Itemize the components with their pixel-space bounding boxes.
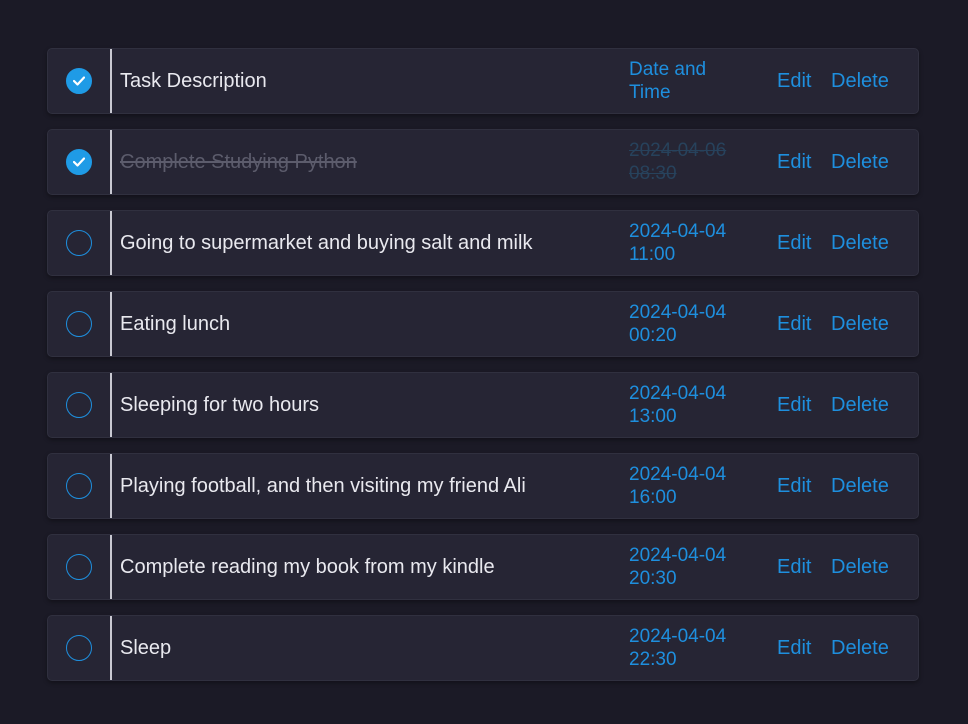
edit-link[interactable]: Edit xyxy=(777,373,811,437)
task-description: Sleeping for two hours xyxy=(120,394,320,416)
row-divider xyxy=(110,49,112,113)
task-row: Going to supermarket and buying salt and… xyxy=(47,210,919,276)
delete-link[interactable]: Delete xyxy=(831,535,889,599)
task-datetime: 2024-04-04 20:30 xyxy=(629,544,749,590)
checkmark-icon xyxy=(73,157,85,167)
task-row: Complete Studying Python 2024-04-06 08:3… xyxy=(47,129,919,195)
delete-link[interactable]: Delete xyxy=(831,292,889,356)
row-divider xyxy=(110,130,112,194)
task-datetime: 2024-04-04 16:00 xyxy=(629,463,749,509)
delete-link[interactable]: Delete xyxy=(831,211,889,275)
date-time-header: Date and Time xyxy=(629,59,707,103)
delete-link[interactable]: Delete xyxy=(831,130,889,194)
task-checkbox[interactable] xyxy=(66,230,92,256)
task-time: 00:20 xyxy=(629,325,677,346)
task-checkbox[interactable] xyxy=(66,554,92,580)
task-description: Eating lunch xyxy=(120,313,231,335)
row-divider xyxy=(110,211,112,275)
task-row: Sleep 2024-04-04 22:30 Edit Delete xyxy=(47,615,919,681)
task-date: 2024-04-06 xyxy=(629,140,727,161)
task-time: 08:30 xyxy=(629,163,677,184)
edit-link[interactable]: Edit xyxy=(777,454,811,518)
task-row: Complete reading my book from my kindle … xyxy=(47,534,919,600)
row-divider xyxy=(110,616,112,680)
row-divider xyxy=(110,454,112,518)
description-header: Task Description xyxy=(120,70,267,92)
row-divider xyxy=(110,373,112,437)
task-date: 2024-04-04 xyxy=(629,302,727,323)
task-date: 2024-04-04 xyxy=(629,545,727,566)
task-datetime: 2024-04-04 22:30 xyxy=(629,625,749,671)
delete-link[interactable]: Delete xyxy=(831,373,889,437)
task-date: 2024-04-04 xyxy=(629,221,727,242)
task-date: 2024-04-04 xyxy=(629,626,727,647)
task-checkbox[interactable] xyxy=(66,392,92,418)
task-time: 11:00 xyxy=(629,244,676,265)
task-description: Complete reading my book from my kindle xyxy=(120,556,495,578)
row-divider xyxy=(110,292,112,356)
task-time: 20:30 xyxy=(629,568,677,589)
task-datetime: 2024-04-06 08:30 xyxy=(629,139,749,185)
edit-link[interactable]: Edit xyxy=(777,535,811,599)
task-datetime: 2024-04-04 11:00 xyxy=(629,220,749,266)
task-time: 13:00 xyxy=(629,406,677,427)
task-checkbox[interactable] xyxy=(66,635,92,661)
delete-link[interactable]: Delete xyxy=(831,616,889,680)
delete-link[interactable]: Delete xyxy=(831,454,889,518)
task-date: 2024-04-04 xyxy=(629,464,727,485)
task-row: Playing football, and then visiting my f… xyxy=(47,453,919,519)
task-datetime: 2024-04-04 13:00 xyxy=(629,382,749,428)
task-header-row: Task Description Date and Time Edit Dele… xyxy=(47,48,919,114)
task-time: 22:30 xyxy=(629,649,677,670)
delete-header-label[interactable]: Delete xyxy=(831,49,889,113)
task-description: Playing football, and then visiting my f… xyxy=(120,475,526,497)
task-checkbox[interactable] xyxy=(66,311,92,337)
task-row: Sleeping for two hours 2024-04-04 13:00 … xyxy=(47,372,919,438)
task-description: Going to supermarket and buying salt and… xyxy=(120,232,533,254)
edit-link[interactable]: Edit xyxy=(777,616,811,680)
task-checkbox[interactable] xyxy=(66,473,92,499)
row-divider xyxy=(110,535,112,599)
task-list: Task Description Date and Time Edit Dele… xyxy=(47,48,919,696)
task-checkbox[interactable] xyxy=(66,149,92,175)
checkmark-icon xyxy=(73,76,85,86)
task-time: 16:00 xyxy=(629,487,677,508)
select-all-checkbox[interactable] xyxy=(66,68,92,94)
task-row: Eating lunch 2024-04-04 00:20 Edit Delet… xyxy=(47,291,919,357)
edit-header-label[interactable]: Edit xyxy=(777,49,811,113)
task-description: Complete Studying Python xyxy=(120,151,357,173)
task-date: 2024-04-04 xyxy=(629,383,727,404)
task-datetime: 2024-04-04 00:20 xyxy=(629,301,749,347)
edit-link[interactable]: Edit xyxy=(777,211,811,275)
task-description: Sleep xyxy=(120,637,172,659)
edit-link[interactable]: Edit xyxy=(777,130,811,194)
edit-link[interactable]: Edit xyxy=(777,292,811,356)
